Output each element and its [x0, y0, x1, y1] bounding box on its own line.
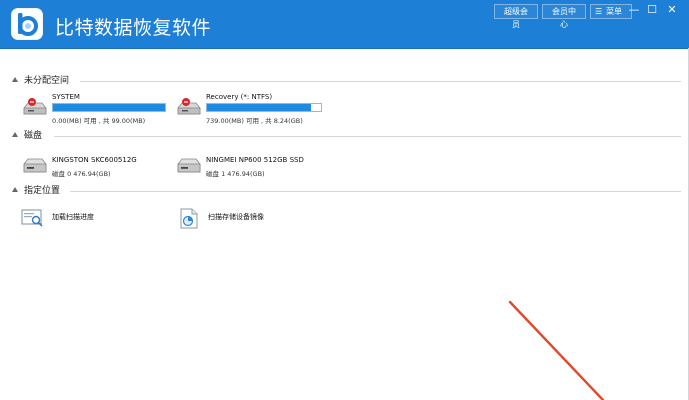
annotation-arrow [508, 300, 605, 400]
